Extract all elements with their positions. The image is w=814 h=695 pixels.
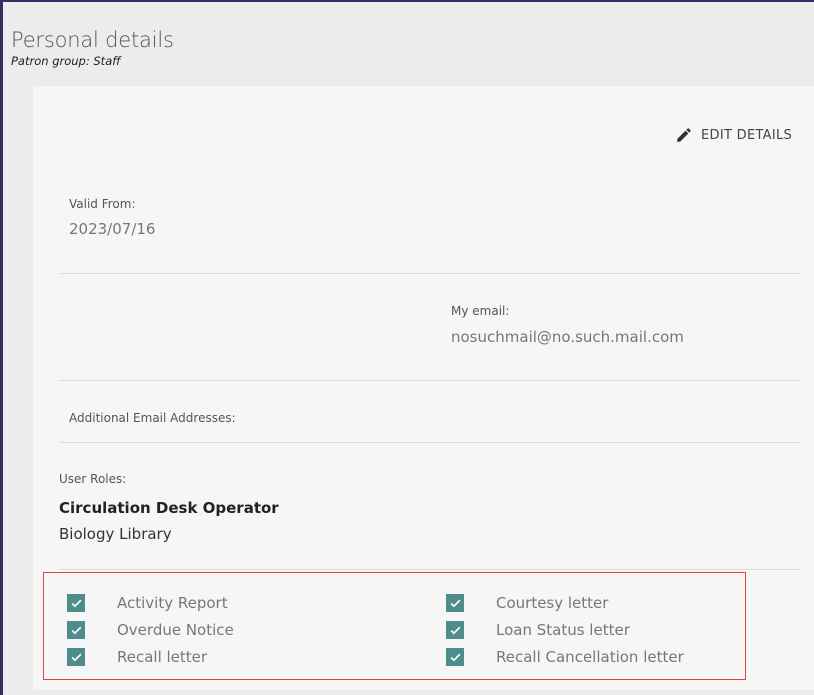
edit-details-button[interactable]: EDIT DETAILS [675,126,792,144]
checkbox-label: Recall Cancellation letter [496,648,684,666]
checkbox-recall-letter[interactable]: Recall letter [67,648,207,666]
panel-header: Personal details Patron group: Staff [11,28,174,68]
divider [59,442,801,443]
valid-from-value: 2023/07/16 [69,220,156,238]
page-title: Personal details [11,28,174,52]
checkmark-icon [446,648,464,666]
user-roles-label: User Roles: [59,472,127,486]
checkbox-label: Loan Status letter [496,621,630,639]
divider [59,380,801,381]
checkbox-label: Activity Report [117,594,228,612]
email-label: My email: [451,304,510,318]
valid-from-label: Valid From: [69,197,136,211]
checkbox-label: Courtesy letter [496,594,609,612]
checkbox-overdue-notice[interactable]: Overdue Notice [67,621,234,639]
role-library: Biology Library [59,525,172,543]
checkmark-icon [67,594,85,612]
additional-emails-label: Additional Email Addresses: [69,411,236,425]
role-title: Circulation Desk Operator [59,499,279,517]
personal-details-panel: Personal details Patron group: Staff EDI… [0,0,814,695]
checkbox-label: Recall letter [117,648,208,666]
checkbox-courtesy-letter[interactable]: Courtesy letter [446,594,608,612]
checkmark-icon [67,621,85,639]
pencil-icon [677,128,691,142]
checkmark-icon [446,594,464,612]
edit-details-label: EDIT DETAILS [701,127,793,143]
checkbox-label: Overdue Notice [117,621,234,639]
email-value: nosuchmail@no.such.mail.com [451,328,684,346]
checkmark-icon [67,648,85,666]
checkbox-activity-report[interactable]: Activity Report [67,594,228,612]
checkbox-recall-cancellation-letter[interactable]: Recall Cancellation letter [446,648,684,666]
divider [59,569,801,570]
divider [59,273,801,274]
checkbox-loan-status-letter[interactable]: Loan Status letter [446,621,630,639]
patron-group: Patron group: Staff [11,54,121,68]
checkmark-icon [446,621,464,639]
